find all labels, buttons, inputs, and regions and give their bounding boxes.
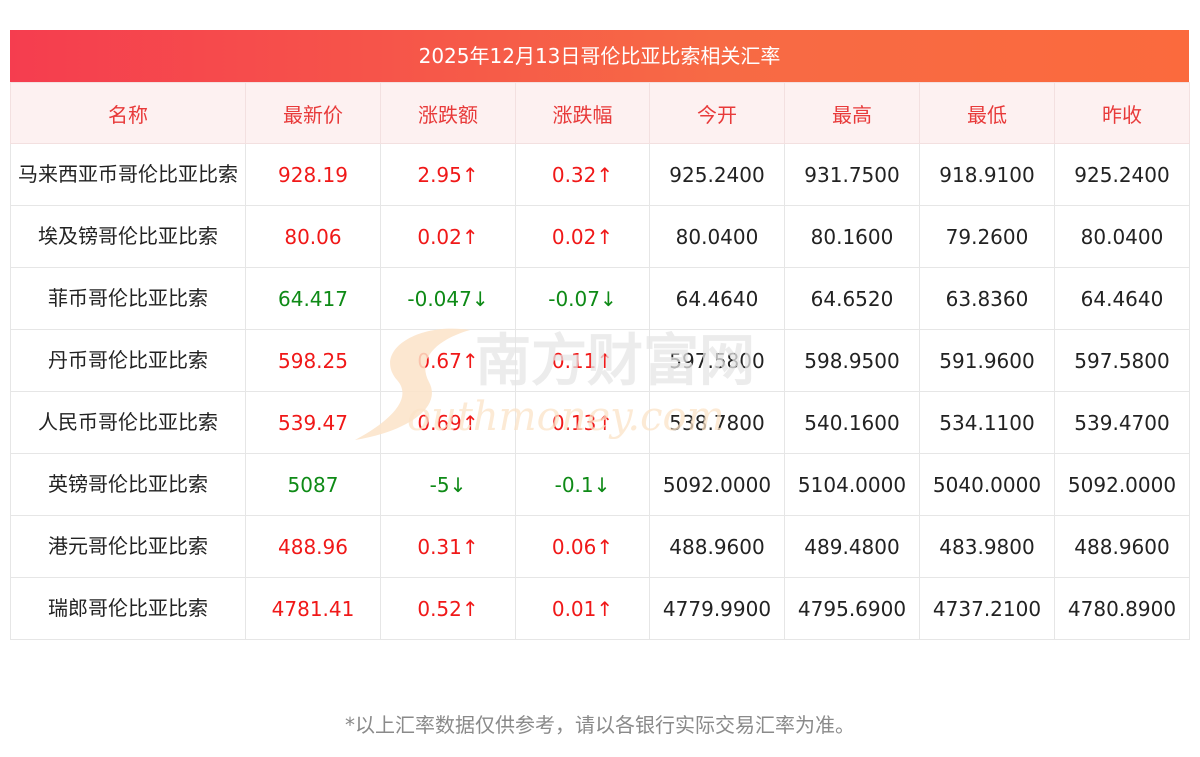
cell-latest: 539.47 bbox=[245, 391, 381, 454]
cell-low: 918.9100 bbox=[919, 143, 1055, 206]
column-header-name: 名称 bbox=[10, 82, 246, 144]
cell-high: 80.1600 bbox=[784, 205, 920, 268]
cell-low: 591.9600 bbox=[919, 329, 1055, 392]
cell-name: 港元哥伦比亚比索 bbox=[10, 515, 246, 578]
table-row: 港元哥伦比亚比索 488.96 0.31↑ 0.06↑ 488.9600 489.4800… bbox=[10, 515, 1190, 578]
cell-name: 菲币哥伦比亚比索 bbox=[10, 267, 246, 330]
cell-prev-close: 925.2400 bbox=[1054, 143, 1190, 206]
cell-change-pct: 0.06↑ bbox=[515, 515, 650, 578]
cell-low: 534.1100 bbox=[919, 391, 1055, 454]
cell-latest: 488.96 bbox=[245, 515, 381, 578]
table-row: 菲币哥伦比亚比索 64.417 -0.047↓ -0.07↓ 64.4640 64.652… bbox=[10, 267, 1190, 330]
cell-open: 64.4640 bbox=[649, 267, 785, 330]
column-header-low: 最低 bbox=[919, 82, 1055, 144]
cell-prev-close: 488.9600 bbox=[1054, 515, 1190, 578]
cell-open: 80.0400 bbox=[649, 205, 785, 268]
cell-high: 598.9500 bbox=[784, 329, 920, 392]
cell-name: 马来西亚币哥伦比亚比索 bbox=[10, 143, 246, 206]
cell-change-pct: 0.13↑ bbox=[515, 391, 650, 454]
cell-change: 0.69↑ bbox=[380, 391, 516, 454]
cell-change-pct: 0.02↑ bbox=[515, 205, 650, 268]
table-row: 瑞郎哥伦比亚比索 4781.41 0.52↑ 0.01↑ 4779.9900 4795.6… bbox=[10, 577, 1190, 640]
cell-low: 63.8360 bbox=[919, 267, 1055, 330]
table-title: 2025年12月13日哥伦比亚比索相关汇率 bbox=[10, 30, 1189, 82]
cell-high: 4795.6900 bbox=[784, 577, 920, 640]
cell-open: 488.9600 bbox=[649, 515, 785, 578]
cell-change-pct: 0.11↑ bbox=[515, 329, 650, 392]
exchange-rate-table: 名称 最新价 涨跌额 涨跌幅 今开 最高 最低 昨收 马来西亚币哥伦比亚比索 92… bbox=[10, 82, 1190, 640]
table-row: 马来西亚币哥伦比亚比索 928.19 2.95↑ 0.32↑ 925.2400 931.7… bbox=[10, 143, 1190, 206]
cell-change: 0.67↑ bbox=[380, 329, 516, 392]
cell-latest: 80.06 bbox=[245, 205, 381, 268]
cell-change: 0.31↑ bbox=[380, 515, 516, 578]
cell-latest: 5087 bbox=[245, 453, 381, 516]
column-header-open: 今开 bbox=[649, 82, 785, 144]
cell-open: 597.5800 bbox=[649, 329, 785, 392]
column-header-high: 最高 bbox=[784, 82, 920, 144]
column-header-change-pct: 涨跌幅 bbox=[515, 82, 650, 144]
cell-low: 5040.0000 bbox=[919, 453, 1055, 516]
column-header-latest: 最新价 bbox=[245, 82, 381, 144]
cell-prev-close: 64.4640 bbox=[1054, 267, 1190, 330]
cell-low: 79.2600 bbox=[919, 205, 1055, 268]
cell-change: 0.52↑ bbox=[380, 577, 516, 640]
cell-high: 489.4800 bbox=[784, 515, 920, 578]
cell-low: 4737.2100 bbox=[919, 577, 1055, 640]
cell-latest: 4781.41 bbox=[245, 577, 381, 640]
cell-low: 483.9800 bbox=[919, 515, 1055, 578]
cell-latest: 64.417 bbox=[245, 267, 381, 330]
cell-change: 2.95↑ bbox=[380, 143, 516, 206]
cell-open: 4779.9900 bbox=[649, 577, 785, 640]
cell-change-pct: -0.1↓ bbox=[515, 453, 650, 516]
cell-open: 925.2400 bbox=[649, 143, 785, 206]
cell-prev-close: 597.5800 bbox=[1054, 329, 1190, 392]
cell-change: -5↓ bbox=[380, 453, 516, 516]
table-row: 丹币哥伦比亚比索 598.25 0.67↑ 0.11↑ 597.5800 598.9500… bbox=[10, 329, 1190, 392]
column-header-prev-close: 昨收 bbox=[1054, 82, 1190, 144]
table-row: 埃及镑哥伦比亚比索 80.06 0.02↑ 0.02↑ 80.0400 80.1600 79… bbox=[10, 205, 1190, 268]
cell-change-pct: 0.32↑ bbox=[515, 143, 650, 206]
table-row: 英镑哥伦比亚比索 5087 -5↓ -0.1↓ 5092.0000 5104.0000 50… bbox=[10, 453, 1190, 516]
cell-prev-close: 5092.0000 bbox=[1054, 453, 1190, 516]
cell-latest: 598.25 bbox=[245, 329, 381, 392]
cell-open: 538.7800 bbox=[649, 391, 785, 454]
table-row: 人民币哥伦比亚比索 539.47 0.69↑ 0.13↑ 538.7800 540.160… bbox=[10, 391, 1190, 454]
column-header-change: 涨跌额 bbox=[380, 82, 516, 144]
cell-change-pct: -0.07↓ bbox=[515, 267, 650, 330]
cell-prev-close: 539.4700 bbox=[1054, 391, 1190, 454]
cell-high: 64.6520 bbox=[784, 267, 920, 330]
cell-name: 埃及镑哥伦比亚比索 bbox=[10, 205, 246, 268]
disclaimer-footnote: *以上汇率数据仅供参考，请以各银行实际交易汇率为准。 bbox=[345, 713, 855, 737]
cell-high: 931.7500 bbox=[784, 143, 920, 206]
cell-name: 英镑哥伦比亚比索 bbox=[10, 453, 246, 516]
cell-prev-close: 80.0400 bbox=[1054, 205, 1190, 268]
cell-change-pct: 0.01↑ bbox=[515, 577, 650, 640]
cell-name: 人民币哥伦比亚比索 bbox=[10, 391, 246, 454]
cell-change: -0.047↓ bbox=[380, 267, 516, 330]
cell-latest: 928.19 bbox=[245, 143, 381, 206]
cell-name: 瑞郎哥伦比亚比索 bbox=[10, 577, 246, 640]
cell-high: 540.1600 bbox=[784, 391, 920, 454]
cell-open: 5092.0000 bbox=[649, 453, 785, 516]
cell-change: 0.02↑ bbox=[380, 205, 516, 268]
table-header-row: 名称 最新价 涨跌额 涨跌幅 今开 最高 最低 昨收 bbox=[10, 82, 1190, 144]
cell-prev-close: 4780.8900 bbox=[1054, 577, 1190, 640]
cell-name: 丹币哥伦比亚比索 bbox=[10, 329, 246, 392]
cell-high: 5104.0000 bbox=[784, 453, 920, 516]
